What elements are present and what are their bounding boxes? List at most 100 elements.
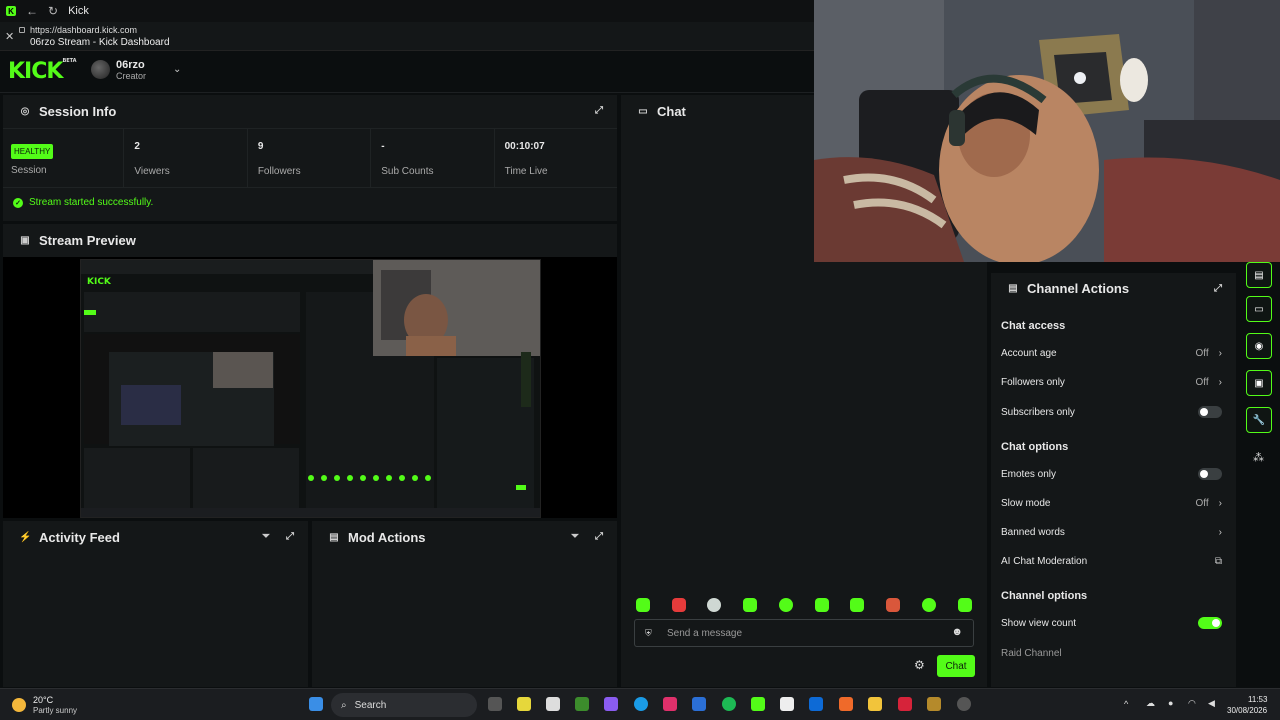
expand-icon[interactable]: ⤢ xyxy=(595,531,603,542)
outlook-icon[interactable] xyxy=(692,697,706,711)
tools-toggle-icon[interactable]: 🔧 xyxy=(1246,407,1272,433)
show-view-count-toggle[interactable] xyxy=(1198,617,1222,629)
filter-icon[interactable]: ⏷ xyxy=(262,531,270,542)
app-icon[interactable] xyxy=(517,697,531,711)
external-link-icon: ⧉ xyxy=(1214,555,1222,567)
emote-button[interactable] xyxy=(779,598,793,612)
reload-icon[interactable]: ↻ xyxy=(48,4,58,18)
obs-icon[interactable] xyxy=(957,697,971,711)
chat-options-heading: Chat options xyxy=(1001,441,1069,453)
copilot-icon[interactable] xyxy=(604,697,618,711)
cloud-icon[interactable]: ☁ xyxy=(1146,698,1155,709)
bolt-icon: ⚡ xyxy=(19,532,32,543)
expand-icon[interactable]: ⤢ xyxy=(286,531,294,542)
followers-only-label: Followers only xyxy=(1001,376,1065,388)
chevron-right-icon: › xyxy=(1218,376,1222,388)
raid-channel-label: Raid Channel xyxy=(1001,647,1062,659)
avatar[interactable] xyxy=(91,60,110,79)
app-icon[interactable] xyxy=(546,697,560,711)
right-tool-rail: ▤ ▭ ◉ ▣ 🔧 ⁂ xyxy=(1240,262,1280,687)
stat-viewers: 2 Viewers xyxy=(124,129,248,187)
expand-icon[interactable]: ⤢ xyxy=(595,105,603,116)
taskbar-search[interactable]: ⌕ Search xyxy=(331,693,477,717)
chat-title: Chat xyxy=(657,104,686,119)
url-text[interactable]: https://dashboard.kick.com xyxy=(30,25,137,35)
wifi-icon[interactable]: ◠ xyxy=(1188,698,1196,709)
send-chat-button[interactable]: Chat xyxy=(937,655,975,677)
app-icon[interactable] xyxy=(839,697,853,711)
raid-channel-row[interactable]: Raid Channel xyxy=(1001,643,1222,663)
screen: K ← ↻ Kick ✕ https://dashboard.kick.com … xyxy=(0,0,1280,720)
folder-icon[interactable] xyxy=(868,697,882,711)
emote-button[interactable] xyxy=(743,598,757,612)
chevron-down-icon[interactable]: ⌄ xyxy=(173,64,181,75)
chat-toggle-icon[interactable]: ▭ xyxy=(1246,296,1272,322)
session-toggle-icon[interactable]: ◉ xyxy=(1246,333,1272,359)
mod-actions-title: Mod Actions xyxy=(348,530,426,545)
chevron-right-icon: › xyxy=(1218,347,1222,359)
emote-button[interactable] xyxy=(886,598,900,612)
viewers-value: 2 xyxy=(134,141,140,152)
spotify-icon[interactable] xyxy=(722,697,736,711)
slow-mode-row[interactable]: Slow mode Off › xyxy=(1001,493,1222,513)
app-icon[interactable] xyxy=(927,697,941,711)
ai-moderation-row[interactable]: AI Chat Moderation ⧉ xyxy=(1001,551,1222,571)
clock-time[interactable]: 11:53 xyxy=(1248,695,1267,704)
user-role: Creator xyxy=(116,71,147,81)
emotes-only-toggle[interactable] xyxy=(1198,468,1222,480)
weather-icon[interactable] xyxy=(12,698,26,712)
expand-icon[interactable]: ⤢ xyxy=(1214,283,1222,294)
followers-only-row[interactable]: Followers only Off › xyxy=(1001,372,1222,392)
emote-button[interactable] xyxy=(707,598,721,612)
emote-button[interactable] xyxy=(815,598,829,612)
emoji-icon[interactable]: ☻ xyxy=(951,626,963,638)
emote-button[interactable] xyxy=(672,598,686,612)
start-icon[interactable] xyxy=(309,697,323,711)
store-icon[interactable] xyxy=(809,697,823,711)
stat-session: HEALTHY Session xyxy=(3,129,125,187)
subscribers-only-toggle[interactable] xyxy=(1198,406,1222,418)
tiktok-icon[interactable] xyxy=(663,697,677,711)
slow-mode-label: Slow mode xyxy=(1001,497,1051,509)
chat-input[interactable]: ⛨ Send a message ☻ xyxy=(634,619,974,647)
app-icon[interactable] xyxy=(898,697,912,711)
kick-app-icon[interactable] xyxy=(751,697,765,711)
preview-toggle-icon[interactable]: ▣ xyxy=(1246,370,1272,396)
preview-icon: ▣ xyxy=(20,235,30,246)
close-icon[interactable]: ✕ xyxy=(5,30,14,43)
edge-icon[interactable] xyxy=(634,697,648,711)
stream-preview-video[interactable]: KICK xyxy=(80,259,541,518)
stream-status-message: ✓ Stream started successfully. xyxy=(13,197,153,208)
clock-date[interactable]: 30/08/2026 xyxy=(1227,706,1267,715)
emote-button[interactable] xyxy=(850,598,864,612)
kick-logo[interactable]: KICKBETA xyxy=(8,58,77,84)
minecraft-icon[interactable] xyxy=(575,697,589,711)
panel-toggle-icon[interactable]: ▤ xyxy=(1246,262,1272,288)
browser-tab-title: Kick xyxy=(68,5,89,17)
emote-button[interactable] xyxy=(958,598,972,612)
filter-icon[interactable]: ⏷ xyxy=(571,531,579,542)
back-icon[interactable]: ← xyxy=(26,4,38,18)
account-age-row[interactable]: Account age Off › xyxy=(1001,343,1222,363)
volume-icon[interactable]: ◀ xyxy=(1208,698,1215,709)
capcut-icon[interactable] xyxy=(780,697,794,711)
stat-followers: 9 Followers xyxy=(248,129,372,187)
subscribers-only-row: Subscribers only xyxy=(1001,402,1222,422)
followers-label: Followers xyxy=(257,166,301,177)
kick-favicon-icon: K xyxy=(6,6,16,16)
banned-words-row[interactable]: Banned words › xyxy=(1001,522,1222,542)
emote-button[interactable] xyxy=(636,598,650,612)
apps-icon[interactable]: ⁂ xyxy=(1253,451,1264,464)
gear-icon[interactable]: ⚙ xyxy=(914,658,925,672)
weather-temp: 20°C xyxy=(33,695,54,705)
session-stats: HEALTHY Session 2 Viewers 9 Followers - … xyxy=(3,128,617,188)
task-view-icon[interactable] xyxy=(488,697,502,711)
slow-mode-value: Off xyxy=(1195,497,1209,509)
show-view-count-row: Show view count xyxy=(1001,613,1222,633)
session-info-panel: ◎ Session Info ⤢ HEALTHY Session 2 Viewe… xyxy=(3,95,617,221)
mic-icon[interactable]: ● xyxy=(1168,698,1173,708)
chevron-up-icon[interactable]: ^ xyxy=(1124,699,1128,709)
preview-thumbnail: KICK xyxy=(81,260,540,517)
emote-button[interactable] xyxy=(922,598,936,612)
chat-icon: ▭ xyxy=(638,106,648,117)
